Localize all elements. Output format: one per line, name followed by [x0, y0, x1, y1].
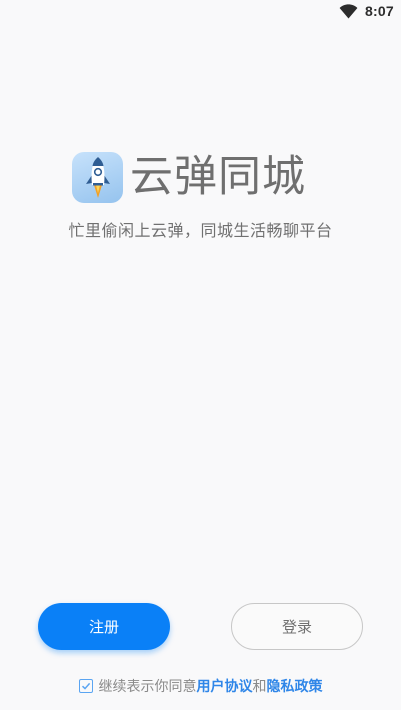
rocket-icon	[85, 157, 110, 198]
user-agreement-link[interactable]: 用户协议	[197, 676, 253, 696]
login-button[interactable]: 登录	[231, 603, 363, 650]
brand-header: 云弹同城	[72, 150, 306, 204]
register-button[interactable]: 注册	[38, 603, 170, 650]
app-name: 云弹同城	[130, 152, 306, 202]
register-label: 注册	[88, 618, 119, 636]
login-label: 登录	[281, 618, 312, 636]
check-icon	[81, 682, 90, 690]
status-time: 8:07	[365, 3, 394, 19]
agreement-prefix: 继续表示你同意	[98, 679, 197, 695]
slogan: 忙里偷闲上云弹，同城生活畅聊平台	[68, 221, 333, 240]
agreement-checkbox[interactable]	[78, 679, 93, 693]
privacy-policy-link[interactable]: 隐私政策	[267, 676, 323, 696]
status-bar: 8:07	[0, 0, 401, 24]
wifi-icon	[339, 4, 358, 19]
app-logo	[72, 151, 123, 203]
agreement-conjunction: 和	[252, 679, 267, 695]
agreement-row: 继续表示你同意 用户协议 和 隐私政策	[0, 676, 401, 696]
